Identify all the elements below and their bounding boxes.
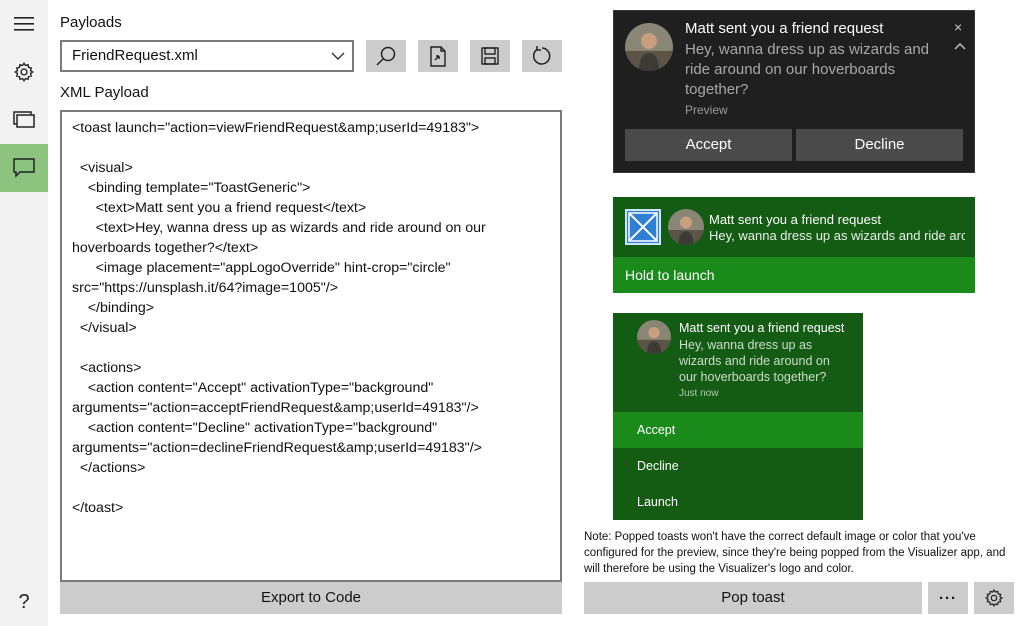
pop-toast-button[interactable]: Pop toast — [584, 582, 922, 614]
help-icon: ? — [18, 590, 30, 613]
editor-line: <visual> — [72, 160, 133, 176]
hold-to-launch-bar[interactable]: Hold to launch — [613, 257, 975, 293]
close-icon[interactable]: × — [954, 19, 962, 35]
editor-line: </visual> — [72, 320, 137, 336]
avatar — [637, 320, 671, 354]
hamburger-menu-button[interactable] — [0, 0, 48, 48]
editor-line: <action content="Decline" activationType… — [72, 420, 438, 436]
nav-message-button[interactable] — [0, 144, 48, 192]
toast-preview-mobile: Matt sent you a friend request Hey, wann… — [613, 197, 975, 293]
open-file-button[interactable] — [418, 40, 458, 72]
xml-payload-editor[interactable]: <toast launch="action=viewFriendRequest&… — [60, 110, 562, 582]
payload-dropdown[interactable]: FriendRequest.xml — [60, 40, 354, 72]
editor-line: <action content="Accept" activationType=… — [72, 380, 434, 396]
toast-title: Matt sent you a friend request — [679, 321, 845, 335]
toast-title: Matt sent you a friend request — [709, 212, 881, 227]
toast-action-launch[interactable]: Launch — [613, 484, 863, 520]
refresh-button[interactable] — [522, 40, 562, 72]
export-to-code-button[interactable]: Export to Code — [60, 582, 562, 614]
more-options-button[interactable]: ··· — [928, 582, 968, 614]
search-icon — [376, 46, 396, 66]
toast-body: Hey, wanna dress up as wizards and ride … — [685, 41, 930, 98]
save-button[interactable] — [470, 40, 510, 72]
toast-attribution: Preview — [685, 103, 728, 117]
toast-decline-button[interactable]: Decline — [796, 129, 963, 161]
editor-line: <toast launch="action=viewFriendRequest&… — [72, 120, 480, 136]
chevron-down-icon — [331, 52, 345, 60]
editor-line: </binding> — [72, 300, 155, 316]
avatar — [668, 209, 704, 245]
editor-line: hoverboards together?</text> — [72, 240, 259, 256]
editor-line: <actions> — [72, 360, 142, 376]
toast-timestamp: Just now — [679, 388, 719, 399]
editor-line: <text>Hey, wanna dress up as wizards and… — [72, 220, 486, 236]
refresh-icon — [532, 46, 551, 65]
message-icon — [13, 158, 35, 178]
gear-icon — [14, 62, 34, 82]
nav-rail: ? — [0, 0, 48, 626]
hamburger-icon — [14, 17, 34, 31]
avatar — [625, 23, 673, 71]
gallery-icon — [13, 111, 35, 128]
toast-title: Matt sent you a friend request — [685, 20, 884, 37]
payload-dropdown-value: FriendRequest.xml — [72, 47, 198, 64]
editor-line: src="https://unsplash.it/64?image=1005"/… — [72, 280, 339, 296]
search-button[interactable] — [366, 40, 406, 72]
save-icon — [481, 47, 499, 65]
editor-line: arguments="action=declineFriendRequest&a… — [72, 440, 482, 456]
editor-line: </toast> — [72, 500, 124, 516]
editor-line: <image placement="appLogoOverride" hint-… — [72, 260, 451, 276]
app-logo-icon — [625, 209, 661, 245]
toast-body: Hey, wanna dress up as wizards and ride … — [709, 228, 965, 243]
gear-icon — [984, 588, 1004, 608]
toast-action-accept[interactable]: Accept — [613, 412, 863, 448]
help-button[interactable]: ? — [0, 578, 48, 626]
editor-line: </actions> — [72, 460, 146, 476]
toast-settings-button[interactable] — [974, 582, 1014, 614]
toast-body: Hey, wanna dress up as wizards and ride … — [679, 338, 830, 384]
more-icon: ··· — [939, 589, 957, 607]
toast-accept-button[interactable]: Accept — [625, 129, 792, 161]
nav-settings-button[interactable] — [0, 48, 48, 96]
editor-line: <text>Matt sent you a friend request</te… — [72, 200, 367, 216]
toast-preview-expanded: Matt sent you a friend request Hey, wann… — [613, 313, 863, 520]
open-file-icon — [430, 46, 446, 67]
popped-toast-note: Note: Popped toasts won't have the corre… — [584, 531, 1006, 575]
editor-line: <binding template="ToastGeneric"> — [72, 180, 311, 196]
payloads-label: Payloads — [60, 14, 122, 31]
nav-gallery-button[interactable] — [0, 96, 48, 144]
toast-preview-desktop: Matt sent you a friend request Hey, wann… — [613, 10, 975, 173]
toast-action-decline[interactable]: Decline — [613, 448, 863, 484]
editor-line: arguments="action=acceptFriendRequest&am… — [72, 400, 479, 416]
chevron-up-icon[interactable] — [953, 41, 967, 51]
xml-payload-label: XML Payload — [60, 84, 149, 101]
